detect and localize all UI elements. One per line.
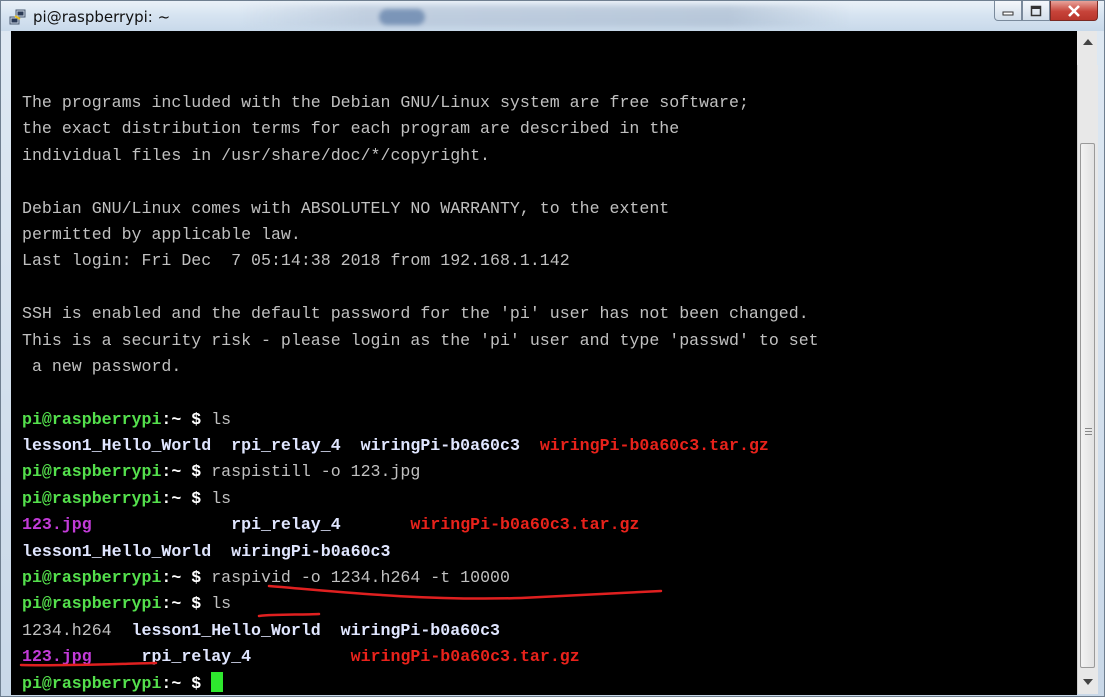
- terminal-text: :~ $: [161, 488, 212, 508]
- terminal-line: pi@raspberrypi:~ $ raspivid -o 1234.h264…: [22, 565, 1077, 591]
- terminal-line: lesson1_Hello_World rpi_relay_4 wiringPi…: [22, 433, 1077, 459]
- terminal-text: pi@raspberrypi: [22, 462, 162, 482]
- minimize-button[interactable]: [994, 1, 1022, 21]
- terminal-line: pi@raspberrypi:~ $ ls: [22, 591, 1077, 617]
- terminal-text: :~ $: [161, 568, 212, 588]
- terminal-text: SSH is enabled and the default password …: [22, 304, 809, 324]
- terminal-text: 1234.h264: [22, 620, 112, 640]
- arrow-up-icon: [1083, 39, 1093, 45]
- terminal-text: pi@raspberrypi: [22, 568, 162, 588]
- putty-window: pi@raspberrypi: ~ The programs included …: [0, 0, 1105, 697]
- terminal-text: wiringPi-b0a60c3: [360, 436, 520, 456]
- terminal-line: pi@raspberrypi:~ $ ls: [22, 486, 1077, 512]
- minimize-icon: [1002, 11, 1014, 15]
- terminal-text: pi@raspberrypi: [22, 488, 162, 508]
- grip-icon: [1085, 428, 1092, 437]
- terminal-line: lesson1_Hello_World wiringPi-b0a60c3: [22, 539, 1077, 565]
- terminal-text: ls: [211, 409, 232, 429]
- blurred-tab: [379, 9, 425, 25]
- terminal-text: wiringPi-b0a60c3: [340, 620, 500, 640]
- terminal-text: This is a security risk - please login a…: [22, 330, 819, 350]
- window-title: pi@raspberrypi: ~: [33, 8, 171, 26]
- terminal-text: lesson1_Hello_World: [131, 620, 321, 640]
- putty-icon: [9, 9, 26, 25]
- terminal-line: the exact distribution terms for each pr…: [22, 116, 1077, 142]
- close-icon: [1068, 4, 1080, 17]
- terminal-cursor: [211, 671, 224, 692]
- terminal-text: lesson1_Hello_World: [22, 541, 212, 561]
- terminal-text: rpi_relay_4: [141, 647, 252, 667]
- scroll-down-button[interactable]: [1078, 673, 1098, 691]
- maximize-icon: [1030, 5, 1042, 16]
- vertical-scrollbar[interactable]: [1077, 39, 1098, 694]
- terminal-text: ls: [211, 488, 232, 508]
- terminal-text: pi@raspberrypi: [22, 673, 162, 693]
- maximize-button[interactable]: [1022, 1, 1050, 21]
- terminal-line: This is a security risk - please login a…: [22, 328, 1077, 354]
- terminal-text: 123.jpg: [22, 515, 92, 535]
- terminal-line: individual files in /usr/share/doc/*/cop…: [22, 143, 1077, 169]
- terminal-text: wiringPi-b0a60c3.tar.gz: [539, 436, 769, 456]
- terminal-text: :~ $: [161, 462, 212, 482]
- terminal-output: The programs included with the Debian GN…: [22, 90, 1077, 697]
- terminal-text: :~ $: [161, 673, 212, 693]
- terminal-line: Last login: Fri Dec 7 05:14:38 2018 from…: [22, 248, 1077, 274]
- terminal-text: pi@raspberrypi: [22, 409, 162, 429]
- terminal-top: [11, 31, 1077, 66]
- scrollbar-thumb[interactable]: [1080, 143, 1095, 668]
- terminal-line: a new password.: [22, 354, 1077, 380]
- terminal-text: Last login: Fri Dec 7 05:14:38 2018 from…: [22, 251, 570, 271]
- terminal-line: SSH is enabled and the default password …: [22, 301, 1077, 327]
- terminal-line: 1234.h264 lesson1_Hello_World wiringPi-b…: [22, 618, 1077, 644]
- terminal-text: the exact distribution terms for each pr…: [22, 119, 680, 139]
- terminal-line: Debian GNU/Linux comes with ABSOLUTELY N…: [22, 196, 1077, 222]
- blurred-taskbar-area: [241, 5, 851, 27]
- terminal-text: wiringPi-b0a60c3.tar.gz: [410, 515, 640, 535]
- terminal-text: ls: [211, 594, 232, 614]
- title-bar[interactable]: pi@raspberrypi: ~: [1, 1, 1104, 31]
- terminal-line: 123.jpg rpi_relay_4 wiringPi-b0a60c3.tar…: [22, 512, 1077, 538]
- scroll-up-button[interactable]: [1078, 33, 1098, 51]
- terminal-text: individual files in /usr/share/doc/*/cop…: [22, 145, 491, 165]
- terminal-text: raspistill -o 123.jpg: [211, 462, 421, 482]
- terminal-text: :~ $: [161, 594, 212, 614]
- terminal-text: 123.jpg: [22, 647, 92, 667]
- terminal-text: lesson1_Hello_World: [22, 436, 212, 456]
- terminal-text: rpi_relay_4: [231, 436, 341, 456]
- terminal-text: a new password.: [22, 356, 182, 376]
- arrow-down-icon: [1083, 679, 1093, 685]
- terminal-text: wiringPi-b0a60c3.tar.gz: [350, 647, 580, 667]
- terminal-text: wiringPi-b0a60c3: [231, 541, 391, 561]
- terminal-text: pi@raspberrypi: [22, 594, 162, 614]
- terminal-text: :~ $: [161, 409, 212, 429]
- terminal-text: rpi_relay_4: [231, 515, 341, 535]
- terminal-line: pi@raspberrypi:~ $ raspistill -o 123.jpg: [22, 459, 1077, 485]
- terminal-text: The programs included with the Debian GN…: [22, 93, 749, 112]
- terminal-line: pi@raspberrypi:~ $ ls: [22, 407, 1077, 433]
- terminal-line: 123.jpg rpi_relay_4 wiringPi-b0a60c3.tar…: [22, 644, 1077, 670]
- terminal-text: permitted by applicable law.: [22, 224, 301, 244]
- terminal-text: Debian GNU/Linux comes with ABSOLUTELY N…: [22, 198, 670, 218]
- terminal-line: The programs included with the Debian GN…: [22, 90, 1077, 116]
- terminal-text: raspivid -o 1234.h264 -t 10000: [211, 568, 510, 588]
- close-button[interactable]: [1050, 1, 1098, 21]
- terminal-line: permitted by applicable law.: [22, 222, 1077, 248]
- terminal-line: pi@raspberrypi:~ $: [22, 671, 1077, 697]
